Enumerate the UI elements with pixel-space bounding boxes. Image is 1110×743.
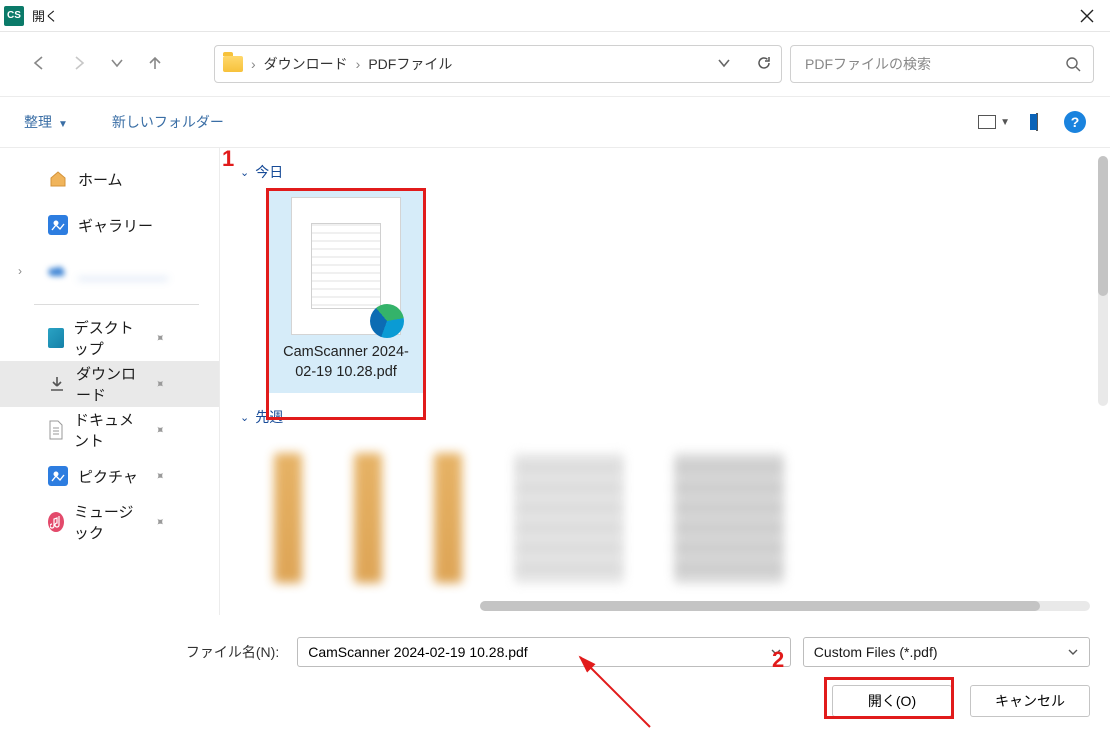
recent-dropdown[interactable] [110, 56, 124, 73]
close-icon [1080, 9, 1094, 23]
file-name-label: CamScanner 2024-02-19 10.28.pdf [276, 343, 416, 382]
search-input[interactable] [803, 55, 1057, 73]
sidebar-item-downloads[interactable]: ダウンロード ✦ [0, 361, 219, 407]
sidebar-item-desktop[interactable]: デスクトップ ✦ [0, 315, 219, 361]
chevron-down-icon: ▼ [1000, 117, 1010, 128]
breadcrumb-seg-1[interactable]: PDFファイル [368, 54, 452, 74]
filename-field[interactable] [297, 637, 791, 667]
breadcrumb-seg-0[interactable]: ダウンロード [264, 54, 348, 74]
search-box[interactable] [790, 45, 1094, 83]
new-folder-button[interactable]: 新しいフォルダー [112, 112, 224, 132]
sidebar-item-label: ミュージック [74, 501, 145, 543]
group-label: 今日 [255, 162, 283, 182]
refresh-button[interactable] [755, 54, 773, 75]
help-button[interactable]: ? [1064, 111, 1086, 133]
desktop-icon [48, 328, 64, 348]
annotation-2: 2 [772, 647, 784, 673]
pin-icon: ✦ [151, 513, 168, 530]
group-header-today[interactable]: ⌄ 今日 [240, 162, 1092, 182]
chevron-down-icon: ⌄ [240, 166, 249, 179]
file-tile-selected[interactable]: CamScanner 2024-02-19 10.28.pdf [268, 190, 424, 393]
pin-icon: ✦ [151, 375, 168, 392]
organize-label: 整理 [24, 114, 52, 130]
view-icon [978, 115, 996, 129]
sidebar-item-label: ドキュメント [74, 409, 145, 451]
folder-icon [223, 56, 243, 72]
chevron-right-icon: › [356, 56, 361, 72]
sidebar: ホーム ギャラリー › ＿＿＿＿＿＿ デスクトップ ✦ ダウンロード ✦ [0, 148, 220, 615]
edge-icon [370, 304, 404, 338]
file-area[interactable]: 1 ⌄ 今日 CamScanner 2024-02-19 10.28.pdf ⌄… [220, 148, 1110, 615]
home-icon [48, 169, 68, 189]
close-button[interactable] [1064, 0, 1110, 32]
pin-icon: ✦ [151, 421, 168, 438]
filetype-field[interactable]: Custom Files (*.pdf) [803, 637, 1090, 667]
up-button[interactable] [146, 54, 164, 75]
arrow-right-icon [70, 54, 88, 72]
sidebar-item-label: ギャラリー [78, 215, 153, 236]
sidebar-item-gallery[interactable]: ギャラリー [0, 202, 219, 248]
pin-icon: ✦ [151, 467, 168, 484]
view-mode-button[interactable]: ▼ [978, 115, 1010, 129]
filename-label: ファイル名(N): [20, 642, 285, 662]
annotation-1: 1 [222, 148, 234, 172]
group-label: 先週 [255, 407, 283, 427]
sidebar-item-home[interactable]: ホーム [0, 156, 219, 202]
sidebar-item-documents[interactable]: ドキュメント ✦ [0, 407, 219, 453]
refresh-icon [755, 54, 773, 72]
address-bar[interactable]: › ダウンロード › PDFファイル [214, 45, 782, 83]
group-header-lastweek[interactable]: ⌄ 先週 [240, 407, 1092, 427]
nav-row: › ダウンロード › PDFファイル [0, 32, 1110, 96]
back-button[interactable] [30, 54, 48, 75]
sidebar-item-pictures[interactable]: ピクチャ ✦ [0, 453, 219, 499]
bottom-bar: ファイル名(N): Custom Files (*.pdf) 2 開く(O) キ… [0, 615, 1110, 743]
preview-pane-icon [1036, 113, 1038, 131]
window-title: 開く [32, 6, 58, 25]
sidebar-item-label: ＿＿＿＿＿＿ [78, 261, 168, 282]
blurred-files-row [238, 435, 1092, 613]
sidebar-item-hidden[interactable]: › ＿＿＿＿＿＿ [0, 248, 219, 294]
chevron-down-icon [1067, 646, 1079, 658]
chevron-down-icon: ⌄ [240, 411, 249, 424]
forward-button[interactable] [70, 54, 88, 75]
horizontal-scrollbar[interactable] [480, 601, 1090, 611]
document-icon [48, 420, 64, 440]
toolbar: 整理 ▼ 新しいフォルダー ▼ ? [0, 96, 1110, 148]
preview-pane-button[interactable] [1036, 114, 1038, 130]
arrow-up-icon [146, 54, 164, 72]
address-dropdown[interactable] [717, 56, 731, 73]
main-area: ホーム ギャラリー › ＿＿＿＿＿＿ デスクトップ ✦ ダウンロード ✦ [0, 148, 1110, 615]
sidebar-separator [34, 304, 199, 305]
gallery-icon [48, 215, 68, 235]
sidebar-item-label: ピクチャ [78, 466, 138, 487]
app-icon: CS [4, 6, 24, 26]
download-icon [48, 374, 66, 394]
title-bar: CS 開く [0, 0, 1110, 32]
cancel-button[interactable]: キャンセル [970, 685, 1090, 717]
vertical-scrollbar[interactable] [1098, 156, 1108, 406]
music-icon [48, 512, 64, 532]
sidebar-item-label: ダウンロード [76, 363, 145, 405]
sidebar-item-music[interactable]: ミュージック ✦ [0, 499, 219, 545]
filename-input[interactable] [306, 643, 770, 661]
filetype-value: Custom Files (*.pdf) [814, 644, 1067, 660]
arrow-left-icon [30, 54, 48, 72]
file-thumbnail [291, 197, 401, 335]
cloud-icon [48, 261, 68, 281]
scrollbar-thumb[interactable] [1098, 156, 1108, 296]
scrollbar-thumb[interactable] [480, 601, 1040, 611]
sidebar-item-label: ホーム [78, 169, 123, 190]
picture-icon [48, 466, 68, 486]
chevron-down-icon: ▼ [58, 119, 68, 130]
search-icon [1065, 56, 1081, 72]
pin-icon: ✦ [151, 329, 168, 346]
sidebar-item-label: デスクトップ [74, 317, 145, 359]
open-button[interactable]: 開く(O) [832, 685, 952, 717]
organize-menu[interactable]: 整理 ▼ [24, 112, 68, 132]
chevron-down-icon [110, 56, 124, 70]
chevron-down-icon [717, 56, 731, 70]
expand-icon[interactable]: › [18, 264, 22, 278]
chevron-right-icon: › [251, 56, 256, 72]
